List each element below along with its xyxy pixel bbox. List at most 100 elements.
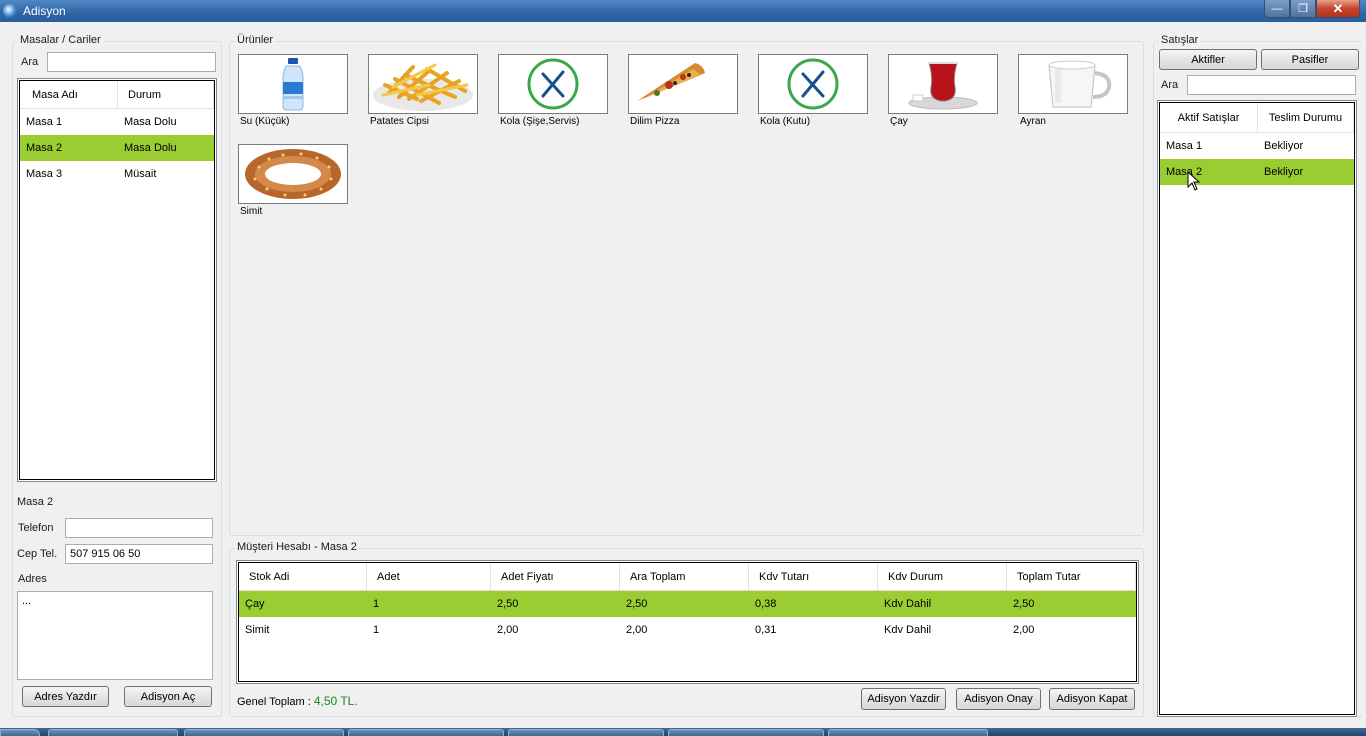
close-bill-button[interactable]: Adisyon Kapat [1049,688,1135,710]
account-cell: 0,38 [755,598,777,610]
tables-search-input[interactable] [47,52,216,72]
sales-list-header: Aktif Satışlar Teslim Durumu [1160,103,1354,133]
account-group-label: Müşteri Hesabı - Masa 2 [235,541,359,553]
product-name: Patates Cipsi [370,116,429,127]
tables-list[interactable]: Masa Adı Durum Masa 1 Masa Dolu Masa 2 Masa… [17,78,217,482]
maximize-icon[interactable]: ❐ [1290,0,1316,18]
product-simit[interactable]: Simit [238,144,350,217]
start-button[interactable] [0,729,40,736]
mobile-label: Cep Tel. [17,548,58,560]
simit-icon [238,144,348,204]
account-cell: Kdv Dahil [884,598,932,610]
column-header-delivery-status[interactable]: Teslim Durumu [1258,103,1354,132]
account-cell: Çay [245,598,265,610]
address-label: Adres [18,573,47,585]
passive-sales-button[interactable]: Pasifler [1261,49,1359,70]
product-dilim-pizza[interactable]: Dilim Pizza [628,54,740,127]
account-cell: 2,50 [626,598,648,610]
table-name: Masa 1 [26,116,63,128]
minimize-icon[interactable]: — [1264,0,1290,18]
account-column-header[interactable]: Adet [367,563,491,590]
account-list-frame: Stok Adi Adet Adet Fiyatı Ara Toplam Kdv Tut… [238,562,1137,682]
sales-group-label: Satışlar [1159,34,1201,46]
tables-list-header: Masa Adı Durum [20,81,214,109]
tables-list-frame: Masa Adı Durum Masa 1 Masa Dolu Masa 2 Masa… [19,80,215,480]
product-name: Ayran [1020,116,1046,127]
table-name: Masa 2 [26,142,63,154]
table-status: Masa Dolu [124,116,177,128]
water-bottle-icon [238,54,348,114]
product-name: Dilim Pizza [630,116,680,127]
cutlery-icon [498,54,608,114]
taskbar-item[interactable] [668,729,824,736]
column-header-status[interactable]: Durum [118,81,214,108]
product-name: Çay [890,116,908,127]
product-kola-sise-servis[interactable]: Kola (Şişe,Servis) [498,54,610,127]
open-bill-button[interactable]: Adisyon Aç [124,686,212,707]
pizza-icon [628,54,738,114]
tea-glass-icon [888,54,998,114]
account-list-header: Stok Adi Adet Adet Fiyatı Ara Toplam Kdv Tut… [239,563,1136,591]
tables-search-label: Ara [21,56,39,68]
account-cell: 2,50 [1013,598,1035,610]
account-column-header[interactable]: Kdv Tutarı [749,563,878,590]
fries-icon [368,54,478,114]
account-column-header[interactable]: Ara Toplam [620,563,749,590]
grand-total-value: 4,50 TL. [313,694,358,708]
account-list[interactable]: Stok Adi Adet Adet Fiyatı Ara Toplam Kdv Tut… [236,560,1139,684]
mobile-field[interactable]: 507 915 06 50 [65,544,213,564]
product-ayran[interactable]: Ayran [1018,54,1130,127]
address-field[interactable]: ... [17,591,213,680]
account-cell: 0,31 [755,624,777,636]
table-status: Masa Dolu [124,142,177,154]
taskbar-item[interactable] [828,729,988,736]
table-row[interactable]: Masa 1 Masa Dolu [20,109,214,135]
ayran-cup-icon [1018,54,1128,114]
product-su-kucuk[interactable]: Su (Küçük) [238,54,350,127]
sales-list[interactable]: Aktif Satışlar Teslim Durumu Masa 1 Bekli… [1157,100,1357,717]
cutlery-icon [758,54,868,114]
taskbar-item[interactable] [348,729,504,736]
taskbar-item[interactable] [48,729,178,736]
sales-name: Masa 1 [1166,140,1203,152]
window-controls: — ❐ ✕ [1264,0,1360,18]
product-cay[interactable]: Çay [888,54,1000,127]
taskbar [0,728,1366,736]
column-header-active-sales[interactable]: Aktif Satışlar [1160,103,1258,132]
table-row[interactable]: Masa 2 Masa Dolu [20,135,214,161]
sales-status: Bekliyor [1264,140,1304,152]
print-address-button[interactable]: Adres Yazdır [22,686,109,707]
account-column-header[interactable]: Kdv Durum [878,563,1007,590]
product-name: Simit [240,206,263,217]
account-column-header[interactable]: Adet Fiyatı [491,563,620,590]
account-row[interactable]: Simit 1 2,00 2,00 0,31 Kdv Dahil 2,00 [239,617,1136,643]
sales-row[interactable]: Masa 1 Bekliyor [1160,133,1354,159]
print-bill-button[interactable]: Adisyon Yazdir [861,688,946,710]
account-column-header[interactable]: Stok Adi [239,563,367,590]
product-kola-kutu[interactable]: Kola (Kutu) [758,54,870,127]
sales-search-input[interactable] [1187,75,1356,95]
account-row[interactable]: Çay 1 2,50 2,50 0,38 Kdv Dahil 2,50 [239,591,1136,617]
account-cell: 2,50 [497,598,519,610]
close-icon[interactable]: ✕ [1316,0,1360,18]
account-cell: 1 [373,624,380,636]
window-title: Adisyon [23,4,66,18]
product-patates-cipsi[interactable]: Patates Cipsi [368,54,480,127]
mouse-cursor-icon [1187,171,1201,191]
account-column-header[interactable]: Toplam Tutar [1007,563,1136,590]
sales-status: Bekliyor [1264,166,1304,178]
taskbar-item[interactable] [508,729,664,736]
title-bar: Adisyon — ❐ ✕ [0,0,1366,22]
sales-list-frame: Aktif Satışlar Teslim Durumu Masa 1 Bekli… [1159,102,1355,715]
product-name: Kola (Kutu) [760,116,811,127]
grand-total-label: Genel Toplam : [237,696,311,708]
account-cell: 1 [373,598,380,610]
table-row[interactable]: Masa 3 Müsait [20,161,214,187]
phone-field[interactable] [65,518,213,538]
confirm-bill-button[interactable]: Adisyon Onay [956,688,1041,710]
active-sales-button[interactable]: Aktifler [1159,49,1257,70]
column-header-table-name[interactable]: Masa Adı [22,81,118,108]
table-status: Müsait [124,168,157,180]
taskbar-item[interactable] [184,729,344,736]
sales-search-label: Ara [1161,79,1179,91]
